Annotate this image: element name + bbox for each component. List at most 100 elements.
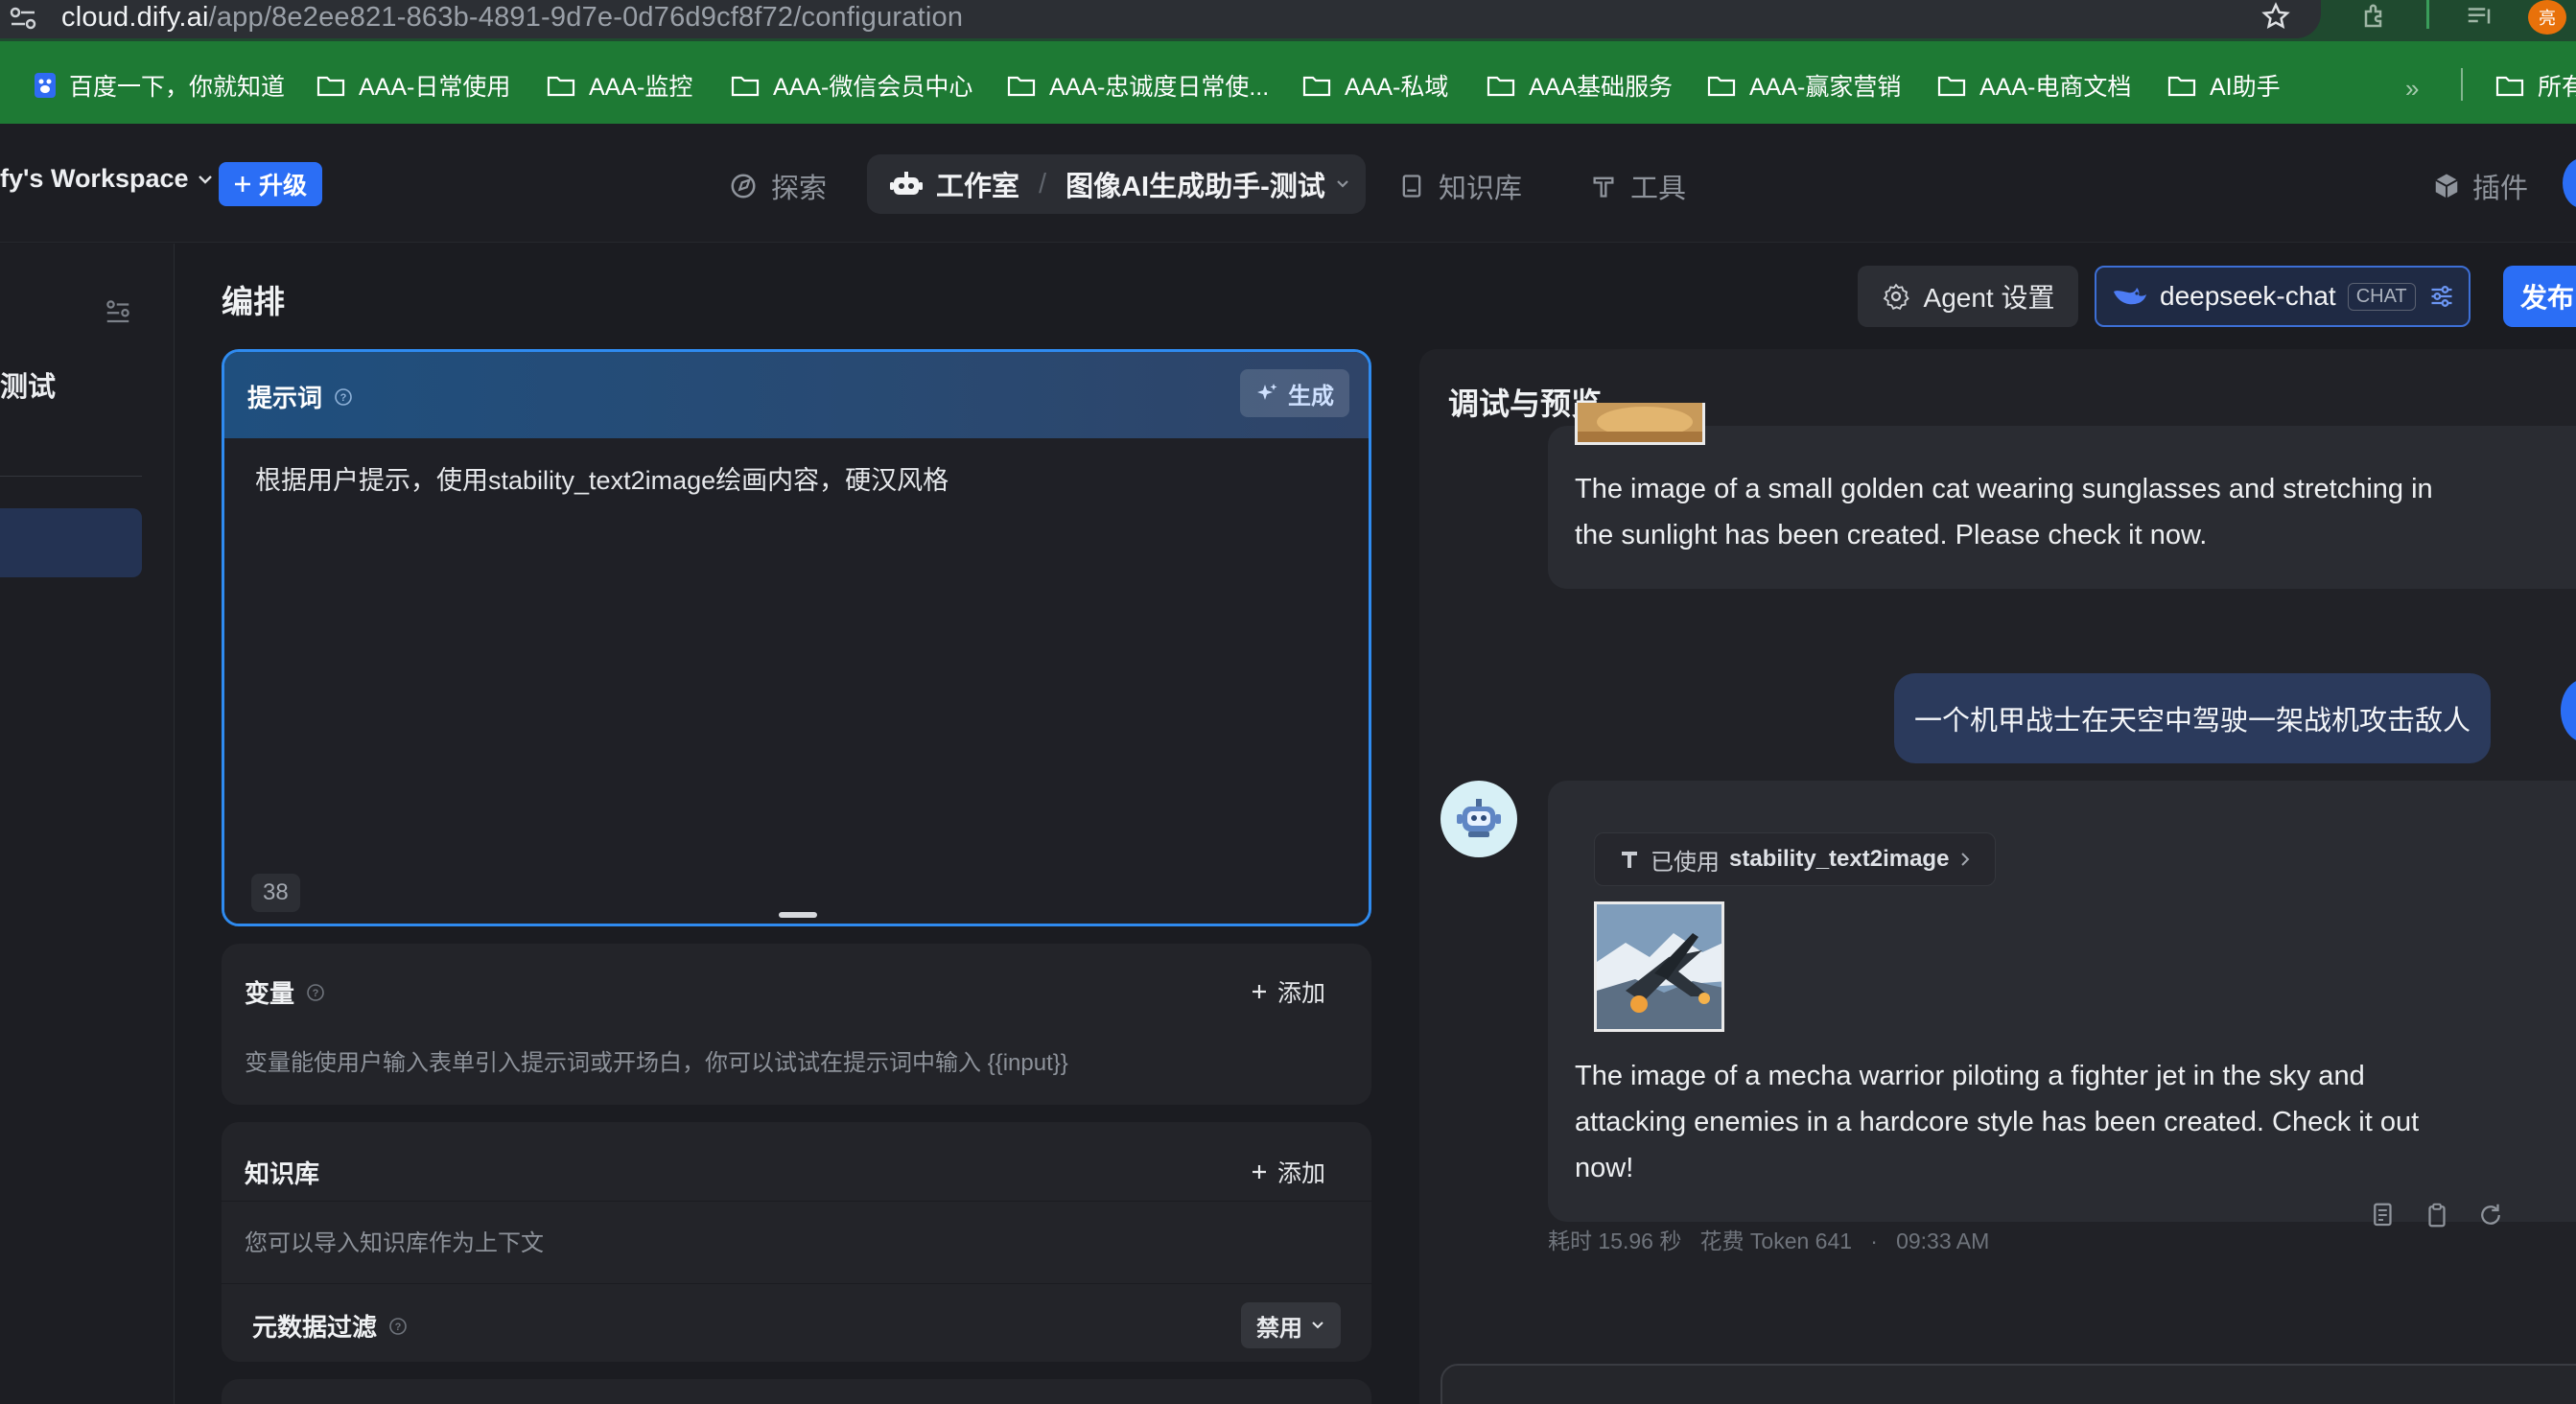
bookmark-folder[interactable]: AAA-日常使用 <box>316 70 510 101</box>
metadata-filter-select[interactable]: 禁用 <box>1241 1302 1341 1348</box>
add-variable-button[interactable]: 添加 <box>1251 974 1325 1009</box>
model-selector[interactable]: deepseek-chat CHAT <box>2095 266 2471 327</box>
user-avatar[interactable] <box>2563 158 2576 208</box>
sidebar-app-title: 测试 <box>0 372 57 403</box>
cube-icon <box>2432 172 2461 200</box>
bookmark-folder[interactable]: AAA-忠诚度日常使... <box>1007 70 1269 101</box>
bookmark-folder[interactable]: AAA-监控 <box>547 70 692 101</box>
bookmark-folder[interactable]: AAA-私域 <box>1302 70 1448 101</box>
extensions-icon[interactable] <box>2361 2 2390 31</box>
generated-fighter-jet-image[interactable] <box>1594 901 1724 1032</box>
upgrade-button[interactable]: 升级 <box>219 162 323 206</box>
help-icon[interactable]: ? <box>306 983 325 1002</box>
copy-icon[interactable] <box>2423 1201 2451 1229</box>
metadata-filter-label: 元数据过滤 <box>252 1313 378 1342</box>
studio-breadcrumb[interactable]: 工作室 / 图像AI生成助手-测试 <box>867 154 1366 214</box>
svg-text:?: ? <box>395 1322 402 1333</box>
page-title: 编排 <box>222 284 285 319</box>
knowledge-description: 您可以导入知识库作为上下文 <box>245 1230 544 1256</box>
bookmark-star-icon[interactable] <box>2261 2 2290 31</box>
add-label: 添加 <box>1276 980 1325 1007</box>
knowledge-divider <box>222 1201 1371 1202</box>
sliders-icon[interactable] <box>2427 283 2456 310</box>
prompt-text[interactable]: 根据用户提示，使用stability_text2image绘画内容，硬汉风格 <box>255 459 948 497</box>
svg-text:?: ? <box>340 392 347 404</box>
bookmarks-separator <box>2461 68 2463 101</box>
folder-icon <box>547 74 575 97</box>
bookmark-folder[interactable]: AI助手 <box>2167 70 2281 101</box>
knowledge-title: 知识库 <box>245 1159 320 1188</box>
generated-cat-image[interactable] <box>1575 403 1705 445</box>
plugins-button[interactable]: 插件 <box>2432 166 2528 206</box>
bookmark-baidu[interactable]: 百度一下，你就知道 <box>35 70 285 101</box>
message-meta: 耗时 15.96 秒 花费 Token 641 · 09:33 AM <box>1548 1223 1989 1255</box>
site-settings-icon[interactable] <box>10 6 36 31</box>
workspace-switcher[interactable]: fy's Workspace <box>0 164 214 194</box>
log-icon[interactable] <box>2369 1201 2398 1229</box>
message-actions <box>2369 1201 2505 1229</box>
bookmark-folder[interactable]: AAA-微信会员中心 <box>731 70 972 101</box>
resize-handle[interactable] <box>779 912 817 918</box>
plus-icon <box>1251 983 1268 1000</box>
prompt-label-text: 提示词 <box>247 384 323 412</box>
bookmark-all-folder[interactable]: 所有 <box>2495 70 2576 101</box>
folder-icon <box>2495 74 2524 97</box>
baidu-paw-icon <box>35 73 56 98</box>
bookmark-folder[interactable]: AAA基础服务 <box>1487 70 1673 101</box>
assistant-message: The image of a small golden cat wearing … <box>1548 403 2576 589</box>
tool-icon <box>1618 847 1641 872</box>
address-bar[interactable]: cloud.dify.ai/app/8e2ee821-863b-4891-9d7… <box>0 0 2321 38</box>
robot-icon <box>1457 799 1501 837</box>
chat-input[interactable] <box>1440 1364 2576 1404</box>
reading-list-icon[interactable] <box>2465 2 2494 31</box>
folder-icon <box>1487 74 1515 97</box>
chevron-right-icon <box>1958 851 1972 868</box>
nav-explore[interactable]: 探索 <box>729 166 827 206</box>
bookmark-folder[interactable]: AAA-电商文档 <box>1937 70 2131 101</box>
tool-call-chip[interactable]: 已使用 stability_text2image <box>1594 832 1997 886</box>
prompt-textarea[interactable]: 根据用户提示，使用stability_text2image绘画内容，硬汉风格 3… <box>224 438 1369 924</box>
chevron-down-icon <box>1310 1320 1325 1331</box>
prompt-header: 提示词 ? 生成 <box>224 352 1369 438</box>
app-switcher[interactable]: 图像AI生成助手-测试 <box>1066 164 1350 204</box>
nav-label: 工具 <box>1630 174 1687 204</box>
sidebar-toggle-icon[interactable] <box>104 297 132 326</box>
user-message: 一个机甲战士在天空中驾驶一架战机攻击敌人 <box>1894 673 2491 763</box>
bookmark-label: AAA-监控 <box>589 74 693 101</box>
browser-toolbar: cloud.dify.ai/app/8e2ee821-863b-4891-9d7… <box>0 0 2576 41</box>
bookmarks-overflow-button[interactable]: » <box>2405 74 2419 104</box>
url-path: /app/8e2ee821-863b-4891-9d7e-0d76d9cf8f7… <box>208 2 964 33</box>
bot-avatar <box>1440 781 1517 857</box>
bookmark-label: AAA-赢家营销 <box>1749 74 1902 101</box>
compass-icon <box>729 172 758 200</box>
assistant-text-line: The image of a small golden cat wearing … <box>1575 474 2433 504</box>
publish-button[interactable]: 发布 <box>2503 266 2576 327</box>
url-host: cloud.dify.ai <box>61 2 209 33</box>
profile-avatar[interactable]: 亮 <box>2528 0 2566 35</box>
nav-label: 探索 <box>771 174 828 204</box>
help-icon[interactable]: ? <box>334 387 353 407</box>
help-icon[interactable]: ? <box>388 1317 408 1336</box>
nav-tools[interactable]: 工具 <box>1590 166 1686 206</box>
url-text[interactable]: cloud.dify.ai/app/8e2ee821-863b-4891-9d7… <box>61 1 963 34</box>
agent-settings-button[interactable]: Agent 设置 <box>1858 266 2078 327</box>
bookmark-folder[interactable]: AAA-赢家营销 <box>1707 70 1901 101</box>
sidebar-item-orchestrate[interactable] <box>0 508 142 577</box>
folder-icon <box>731 74 760 97</box>
deepseek-whale-icon <box>2112 282 2148 311</box>
add-knowledge-button[interactable]: 添加 <box>1251 1155 1325 1189</box>
agent-settings-label: Agent 设置 <box>1923 283 2055 313</box>
bookmark-label: AAA基础服务 <box>1529 74 1674 101</box>
nav-knowledge[interactable]: 知识库 <box>1398 166 1522 206</box>
token-cost: 花费 Token 641 <box>1699 1228 1853 1253</box>
svg-text:?: ? <box>313 988 319 999</box>
app-name: 图像AI生成助手-测试 <box>1066 172 1325 202</box>
add-label: 添加 <box>1276 1160 1325 1187</box>
variables-label: 变量 <box>245 979 295 1008</box>
regenerate-icon[interactable] <box>2476 1201 2505 1229</box>
plus-icon <box>1251 1163 1268 1181</box>
bookmark-label: AAA-微信会员中心 <box>773 74 973 101</box>
sparkle-icon <box>234 176 251 193</box>
generate-prompt-button[interactable]: 生成 <box>1240 369 1349 417</box>
user-message-avatar <box>2561 679 2576 742</box>
